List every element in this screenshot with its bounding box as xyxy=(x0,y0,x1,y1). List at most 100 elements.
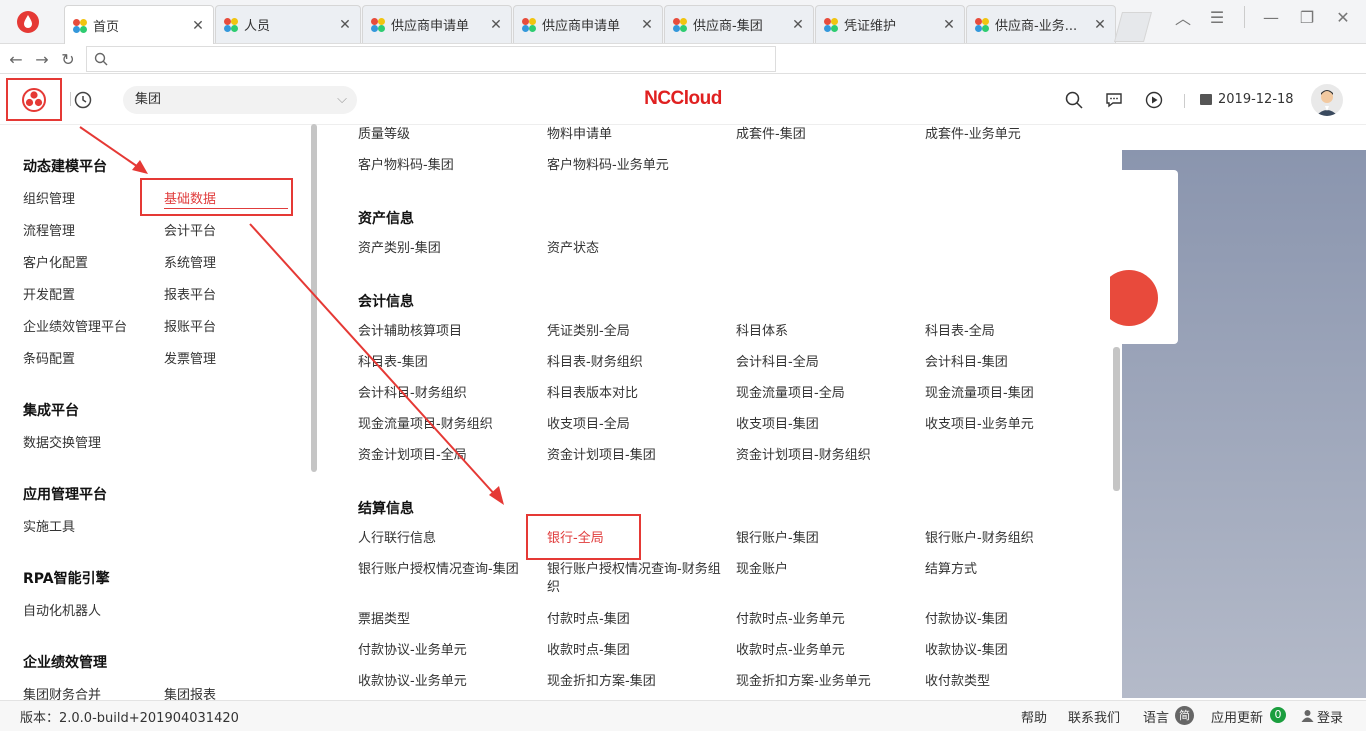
menu-item[interactable]: 科目表-财务组织 xyxy=(547,354,727,372)
menu-item[interactable]: 结算方式 xyxy=(925,561,1105,579)
menu-item[interactable]: 银行账户授权情况查询-集团 xyxy=(358,561,538,579)
help-link[interactable]: 帮助 xyxy=(1021,707,1047,726)
menu-item[interactable]: 收支项目-全局 xyxy=(547,416,727,434)
close-icon[interactable]: ✕ xyxy=(640,17,654,33)
menu-item[interactable]: 银行账户-财务组织 xyxy=(925,530,1105,548)
close-icon[interactable]: ✕ xyxy=(942,17,956,33)
menu-item[interactable]: 会计科目-集团 xyxy=(925,354,1105,372)
reload-icon[interactable]: ↻ xyxy=(57,48,79,70)
menu-item[interactable]: 收款协议-集团 xyxy=(925,642,1105,660)
close-icon[interactable]: ✕ xyxy=(791,17,805,33)
nav-item-process[interactable]: 流程管理 xyxy=(23,220,75,239)
menu-item[interactable]: 科目表版本对比 xyxy=(547,385,727,403)
menu-item[interactable]: 质量等级 xyxy=(358,126,538,144)
tab-supplier-group[interactable]: 供应商-集团 ✕ xyxy=(664,5,814,43)
browser-logo-icon[interactable] xyxy=(0,0,56,44)
menu-item[interactable]: 银行账户-集团 xyxy=(736,530,916,548)
left-nav-scrollbar[interactable] xyxy=(311,124,317,472)
menu-icon[interactable]: ☰ xyxy=(1205,6,1229,28)
close-icon[interactable]: ✕ xyxy=(191,18,205,34)
menu-item[interactable]: 人行联行信息 xyxy=(358,530,538,548)
language-link[interactable]: 语言 xyxy=(1143,707,1169,726)
menu-item[interactable]: 资金计划项目-全局 xyxy=(358,447,538,465)
window-close-icon[interactable]: ✕ xyxy=(1331,6,1355,28)
menu-item[interactable]: 付款时点-业务单元 xyxy=(736,611,916,629)
menu-item[interactable]: 付款协议-业务单元 xyxy=(358,642,538,660)
tab-supplier-apply-1[interactable]: 供应商申请单 ✕ xyxy=(362,5,512,43)
url-input[interactable] xyxy=(86,46,776,72)
nav-item-invoice[interactable]: 发票管理 xyxy=(164,348,216,367)
menu-item[interactable]: 资金计划项目-集团 xyxy=(547,447,727,465)
avatar[interactable] xyxy=(1311,84,1343,116)
nav-item-report-platform[interactable]: 报表平台 xyxy=(164,284,216,303)
nav-item-epm-platform[interactable]: 企业绩效管理平台 xyxy=(23,316,127,335)
close-icon[interactable]: ✕ xyxy=(489,17,503,33)
minimize-icon[interactable]: — xyxy=(1259,6,1283,28)
tab-label: 供应商-业务... xyxy=(995,19,1078,34)
message-icon[interactable] xyxy=(1103,89,1125,111)
close-icon[interactable]: ✕ xyxy=(338,17,352,33)
menu-item[interactable]: 凭证类别-全局 xyxy=(547,323,727,341)
collapse-icon[interactable]: ︿ xyxy=(1171,6,1195,28)
divider xyxy=(1184,94,1185,108)
menu-item[interactable]: 科目体系 xyxy=(736,323,916,341)
nav-item-customization[interactable]: 客户化配置 xyxy=(23,252,88,271)
menu-item[interactable]: 收款协议-业务单元 xyxy=(358,673,538,691)
menu-item[interactable]: 银行账户授权情况查询-财务组织 xyxy=(547,561,727,597)
menu-item[interactable]: 成套件-业务单元 xyxy=(925,126,1105,144)
play-icon[interactable] xyxy=(1143,89,1165,111)
menu-item[interactable]: 成套件-集团 xyxy=(736,126,916,144)
menu-item[interactable]: 客户物料码-集团 xyxy=(358,157,538,175)
menu-item[interactable]: 科目表-全局 xyxy=(925,323,1105,341)
nav-item-barcode[interactable]: 条码配置 xyxy=(23,348,75,367)
close-icon[interactable]: ✕ xyxy=(1093,17,1107,33)
tab-voucher[interactable]: 凭证维护 ✕ xyxy=(815,5,965,43)
menu-item[interactable]: 现金流量项目-财务组织 xyxy=(358,416,538,434)
menu-item[interactable]: 资产类别-集团 xyxy=(358,240,538,258)
menu-item[interactable]: 现金流量项目-集团 xyxy=(925,385,1105,403)
menu-item[interactable]: 现金折扣方案-业务单元 xyxy=(736,673,916,691)
search-icon[interactable] xyxy=(1063,89,1085,111)
menu-item[interactable]: 会计科目-财务组织 xyxy=(358,385,538,403)
menu-item[interactable]: 收支项目-集团 xyxy=(736,416,916,434)
menu-item[interactable]: 资产状态 xyxy=(547,240,727,258)
menu-item[interactable]: 会计科目-全局 xyxy=(736,354,916,372)
tab-supplier-unit[interactable]: 供应商-业务... ✕ xyxy=(966,5,1116,43)
menu-item[interactable]: 科目表-集团 xyxy=(358,354,538,372)
maximize-icon[interactable]: ❐ xyxy=(1295,6,1319,28)
nav-item-accounting-platform[interactable]: 会计平台 xyxy=(164,220,216,239)
menu-item[interactable]: 收支项目-业务单元 xyxy=(925,416,1105,434)
tab-person[interactable]: 人员 ✕ xyxy=(215,5,361,43)
back-icon[interactable]: ← xyxy=(5,48,27,70)
menu-item[interactable]: 现金账户 xyxy=(736,561,916,579)
menu-item[interactable]: 付款协议-集团 xyxy=(925,611,1105,629)
menu-item[interactable]: 客户物料码-业务单元 xyxy=(547,157,727,175)
nav-item-system[interactable]: 系统管理 xyxy=(164,252,216,271)
menu-item[interactable]: 付款时点-集团 xyxy=(547,611,727,629)
nav-item-dev-config[interactable]: 开发配置 xyxy=(23,284,75,303)
menu-item[interactable]: 收付款类型 xyxy=(925,673,1105,691)
menu-item[interactable]: 票据类型 xyxy=(358,611,538,629)
nav-item-impl-tools[interactable]: 实施工具 xyxy=(23,516,75,535)
content-scrollbar[interactable] xyxy=(1113,347,1120,491)
nav-item-data-exchange[interactable]: 数据交换管理 xyxy=(23,432,101,451)
login-link[interactable]: 登录 xyxy=(1317,707,1343,726)
nav-section-title: 企业绩效管理 xyxy=(23,655,107,671)
tab-home[interactable]: 首页 ✕ xyxy=(64,5,214,45)
menu-item[interactable]: 物料申请单 xyxy=(547,126,727,144)
nav-item-robot[interactable]: 自动化机器人 xyxy=(23,600,101,619)
business-date[interactable]: 2019-12-18 xyxy=(1218,92,1294,107)
contact-link[interactable]: 联系我们 xyxy=(1068,707,1120,726)
menu-item[interactable]: 资金计划项目-财务组织 xyxy=(736,447,916,465)
language-badge[interactable]: 简 xyxy=(1175,706,1194,725)
forward-icon[interactable]: → xyxy=(31,48,53,70)
menu-item[interactable]: 会计辅助核算项目 xyxy=(358,323,538,341)
menu-item[interactable]: 收款时点-集团 xyxy=(547,642,727,660)
nav-item-expense-platform[interactable]: 报账平台 xyxy=(164,316,216,335)
menu-item[interactable]: 收款时点-业务单元 xyxy=(736,642,916,660)
nav-item-org-management[interactable]: 组织管理 xyxy=(23,188,75,207)
menu-item[interactable]: 现金折扣方案-集团 xyxy=(547,673,727,691)
app-update-link[interactable]: 应用更新 xyxy=(1211,707,1263,726)
tab-supplier-apply-2[interactable]: 供应商申请单 ✕ xyxy=(513,5,663,43)
menu-item[interactable]: 现金流量项目-全局 xyxy=(736,385,916,403)
